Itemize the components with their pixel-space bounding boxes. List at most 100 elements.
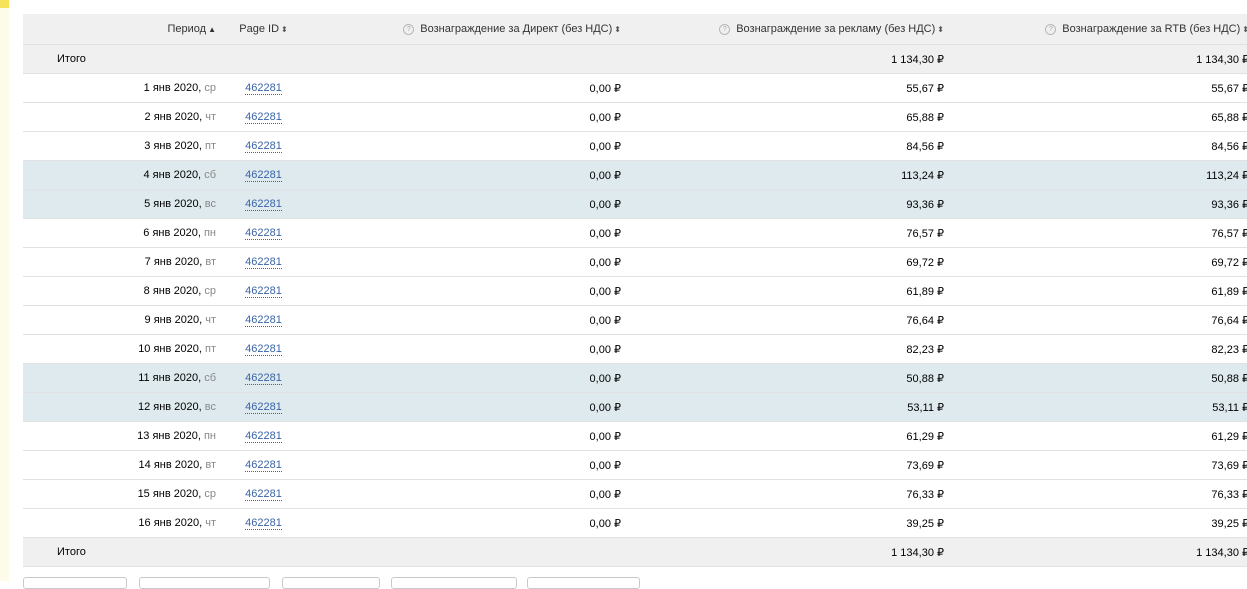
table-row: 2 янв 2020, чт 462281 0,00 ₽65,88 ₽65,88 ₽ xyxy=(23,102,1247,132)
direct-reward-cell: 0,00 ₽ xyxy=(307,421,626,451)
bottom-button[interactable] xyxy=(527,577,640,589)
column-header-label: Период xyxy=(167,23,207,35)
table-row: 5 янв 2020, вс 462281 0,00 ₽93,36 ₽93,36 ₽ xyxy=(23,189,1247,219)
column-header-rtb-reward[interactable]: ? Вознаграждение за RTB (без НДС) ⬍ xyxy=(949,14,1247,45)
total-ads-cell: 1 134,30 ₽ xyxy=(626,44,949,74)
page-id-link[interactable]: 462281 xyxy=(245,198,282,211)
bottom-button[interactable] xyxy=(391,577,517,589)
ads-reward-cell: 113,24 ₽ xyxy=(626,160,949,190)
column-header-period[interactable]: Период ▲ xyxy=(23,14,220,45)
page-id-cell: 462281 xyxy=(220,218,307,248)
ads-reward-cell: 39,25 ₽ xyxy=(626,508,949,538)
table-row: 7 янв 2020, вт 462281 0,00 ₽69,72 ₽69,72 ₽ xyxy=(23,247,1247,277)
total-page-id-cell xyxy=(220,44,307,74)
date-text: 15 янв 2020, xyxy=(137,488,202,500)
statistics-table: Период ▲ Page ID ⬍ ? Вознаграждение за Дире… xyxy=(23,14,1247,567)
bottom-button[interactable] xyxy=(282,577,380,589)
page-id-link[interactable]: 462281 xyxy=(245,140,282,153)
direct-reward-cell: 0,00 ₽ xyxy=(307,73,626,103)
sort-toggle-icon[interactable]: ⬍ xyxy=(937,25,944,34)
column-header-ads-reward[interactable]: ? Вознаграждение за рекламу (без НДС) ⬍ xyxy=(626,14,949,45)
rtb-reward-cell: 76,57 ₽ xyxy=(949,218,1247,248)
page-id-cell: 462281 xyxy=(220,421,307,451)
bottom-button[interactable] xyxy=(23,577,127,589)
direct-reward-cell: 0,00 ₽ xyxy=(307,334,626,364)
weekday-text: пн xyxy=(203,430,216,442)
weekday-text: чт xyxy=(205,111,216,123)
date-text: 5 янв 2020, xyxy=(144,198,202,210)
rtb-reward-cell: 84,56 ₽ xyxy=(949,131,1247,161)
date-text: 7 янв 2020, xyxy=(144,256,203,268)
rtb-reward-cell: 93,36 ₽ xyxy=(949,189,1247,219)
direct-reward-cell: 0,00 ₽ xyxy=(307,450,626,480)
column-header-label: Вознаграждение за RTB (без НДС) xyxy=(1062,23,1241,35)
weekday-text: пт xyxy=(205,343,216,355)
table-row: 14 янв 2020, вт 462281 0,00 ₽73,69 ₽73,69 … xyxy=(23,450,1247,480)
help-icon[interactable]: ? xyxy=(1045,24,1057,35)
table-row: 15 янв 2020, ср 462281 0,00 ₽76,33 ₽76,33 … xyxy=(23,479,1247,509)
weekday-text: вт xyxy=(205,256,216,268)
weekday-text: сб xyxy=(204,372,216,384)
page-id-cell: 462281 xyxy=(220,160,307,190)
period-cell: 14 янв 2020, вт xyxy=(23,450,220,480)
total-rtb-cell: 1 134,30 ₽ xyxy=(949,537,1247,567)
sort-ascending-icon[interactable]: ▲ xyxy=(208,25,216,34)
weekday-text: ср xyxy=(204,82,216,94)
help-icon[interactable]: ? xyxy=(719,24,731,35)
weekday-text: сб xyxy=(204,169,216,181)
direct-reward-cell: 0,00 ₽ xyxy=(307,363,626,393)
page-id-link[interactable]: 462281 xyxy=(245,314,282,327)
direct-reward-cell: 0,00 ₽ xyxy=(307,276,626,306)
date-text: 10 янв 2020, xyxy=(138,343,202,355)
ads-reward-cell: 61,89 ₽ xyxy=(626,276,949,306)
page-id-link[interactable]: 462281 xyxy=(245,343,282,356)
page-id-link[interactable]: 462281 xyxy=(245,430,282,443)
page-id-link[interactable]: 462281 xyxy=(245,401,282,414)
page-id-cell: 462281 xyxy=(220,508,307,538)
page-id-cell: 462281 xyxy=(220,102,307,132)
date-text: 2 янв 2020, xyxy=(144,111,203,123)
page-id-link[interactable]: 462281 xyxy=(245,256,282,269)
date-text: 1 янв 2020, xyxy=(143,82,202,94)
sort-toggle-icon[interactable]: ⬍ xyxy=(614,25,621,34)
ads-reward-cell: 82,23 ₽ xyxy=(626,334,949,364)
column-header-page-id[interactable]: Page ID ⬍ xyxy=(220,14,307,45)
ads-reward-cell: 61,29 ₽ xyxy=(626,421,949,451)
page-id-link[interactable]: 462281 xyxy=(245,285,282,298)
page-id-link[interactable]: 462281 xyxy=(245,169,282,182)
sort-toggle-icon[interactable]: ⬍ xyxy=(1242,25,1247,34)
page-id-link[interactable]: 462281 xyxy=(245,111,282,124)
page-id-cell: 462281 xyxy=(220,305,307,335)
rtb-reward-cell: 53,11 ₽ xyxy=(949,392,1247,422)
rtb-reward-cell: 69,72 ₽ xyxy=(949,247,1247,277)
rtb-reward-cell: 82,23 ₽ xyxy=(949,334,1247,364)
total-direct-cell xyxy=(307,537,626,567)
bottom-button[interactable] xyxy=(139,577,270,589)
page-id-cell: 462281 xyxy=(220,392,307,422)
rtb-reward-cell: 61,89 ₽ xyxy=(949,276,1247,306)
ads-reward-cell: 53,11 ₽ xyxy=(626,392,949,422)
table-row: 16 янв 2020, чт 462281 0,00 ₽39,25 ₽39,25 … xyxy=(23,508,1247,538)
table-row: 6 янв 2020, пн 462281 0,00 ₽76,57 ₽76,57 ₽ xyxy=(23,218,1247,248)
page-id-cell: 462281 xyxy=(220,479,307,509)
help-icon[interactable]: ? xyxy=(403,24,415,35)
period-cell: 11 янв 2020, сб xyxy=(23,363,220,393)
weekday-text: ср xyxy=(204,285,216,297)
weekday-text: вт xyxy=(205,459,216,471)
page-id-link[interactable]: 462281 xyxy=(245,517,282,530)
sort-toggle-icon[interactable]: ⬍ xyxy=(281,25,288,34)
weekday-text: пт xyxy=(205,140,216,152)
page-id-link[interactable]: 462281 xyxy=(245,372,282,385)
table-row: 8 янв 2020, ср 462281 0,00 ₽61,89 ₽61,89 ₽ xyxy=(23,276,1247,306)
ads-reward-cell: 76,64 ₽ xyxy=(626,305,949,335)
period-cell: 3 янв 2020, пт xyxy=(23,131,220,161)
page-id-link[interactable]: 462281 xyxy=(245,459,282,472)
page-id-link[interactable]: 462281 xyxy=(245,227,282,240)
page-id-link[interactable]: 462281 xyxy=(245,82,282,95)
direct-reward-cell: 0,00 ₽ xyxy=(307,131,626,161)
ads-reward-cell: 76,57 ₽ xyxy=(626,218,949,248)
column-header-direct-reward[interactable]: ? Вознаграждение за Директ (без НДС) ⬍ xyxy=(307,14,626,45)
page-id-link[interactable]: 462281 xyxy=(245,488,282,501)
weekday-text: пн xyxy=(203,227,216,239)
date-text: 3 янв 2020, xyxy=(144,140,202,152)
